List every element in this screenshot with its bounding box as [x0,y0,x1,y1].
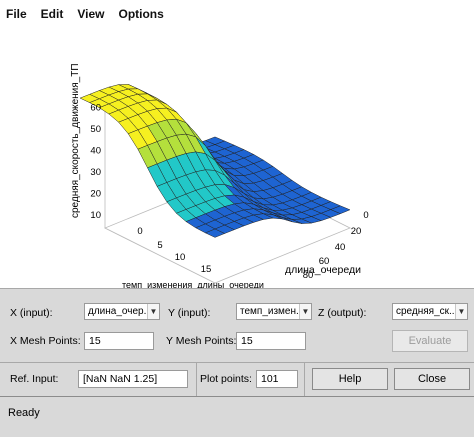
x-mesh-label: X Mesh Points: [10,335,81,347]
y-mesh-input[interactable]: 15 [236,332,306,350]
x-axis-label: длина_очереди [285,264,361,276]
help-button[interactable]: Help [312,368,388,390]
z-tick-label: 60 [90,103,101,114]
divider [196,363,197,396]
x-input-label: X (input): [10,307,53,319]
divider [304,363,305,396]
y-tick-label: 0 [137,226,142,237]
chevron-down-icon[interactable]: ▼ [299,304,311,319]
y-mesh-label: Y Mesh Points: [166,335,237,347]
chevron-down-icon[interactable]: ▼ [455,304,467,319]
evaluate-button[interactable]: Evaluate [392,330,468,352]
z-tick-label: 50 [90,124,101,135]
status-text: Ready [8,407,40,419]
z-output-select[interactable]: средняя_ск... ▼ [392,303,468,320]
chevron-down-icon[interactable]: ▼ [147,304,159,319]
plot-points-input[interactable]: 101 [256,370,298,388]
reference-controls-panel: Ref. Input: [NaN NaN 1.25] Plot points: … [0,362,474,396]
z-tick-label: 30 [90,167,101,178]
x-tick-label: 40 [335,242,346,253]
z-output-label: Z (output): [318,307,367,319]
menu-file[interactable]: File [6,7,27,21]
axis-controls-panel: X (input): длина_очер... ▼ Y (input): те… [0,288,474,362]
z-output-value: средняя_ск... [396,306,458,317]
surface-plot[interactable]: 102030405060020406080051015 средняя_скор… [0,28,474,288]
y-axis-label: темп_изменения_длины_очереди [122,280,264,288]
z-tick-label: 20 [90,189,101,200]
status-bar: Ready [0,396,474,437]
y-input-select[interactable]: темп_измен... ▼ [236,303,312,320]
y-tick-label: 15 [201,264,212,275]
z-tick-label: 10 [90,210,101,221]
ref-input-label: Ref. Input: [10,373,59,385]
plot-points-label: Plot points: [200,373,252,385]
menu-view[interactable]: View [77,7,104,21]
x-tick-label: 0 [363,210,368,221]
ref-input-field[interactable]: [NaN NaN 1.25] [78,370,188,388]
x-input-select[interactable]: длина_очер... ▼ [84,303,160,320]
menu-options[interactable]: Options [118,7,163,21]
menu-edit[interactable]: Edit [41,7,64,21]
y-input-value: темп_измен... [240,306,305,317]
y-tick-label: 5 [157,240,162,251]
surface-plot-area[interactable]: 10 20 30 40 50 60 0 20 40 60 80 0 5 10 15 средняя_скор… [0,28,474,288]
menu-bar: File Edit View Options [0,0,474,28]
x-input-value: длина_очер... [88,306,152,317]
x-mesh-input[interactable]: 15 [84,332,154,350]
close-button[interactable]: Close [394,368,470,390]
x-tick-label: 20 [351,226,362,237]
z-tick-label: 40 [90,146,101,157]
y-tick-label: 10 [175,252,186,263]
y-input-label: Y (input): [168,307,211,319]
z-axis-label: средняя_скорость_движения_ТП [70,63,81,218]
